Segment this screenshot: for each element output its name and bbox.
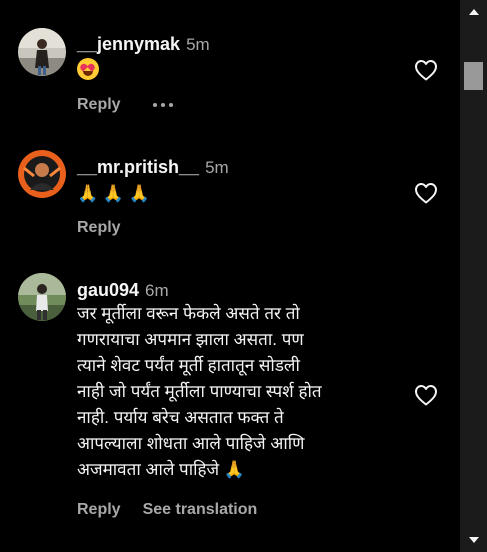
avatar[interactable] [18,150,66,198]
comment-username[interactable]: __mr.pritish__ 5m [77,157,229,178]
comment-actions: Reply [77,219,143,237]
avatar[interactable] [18,28,66,76]
comments-list: __jennymak5m Reply __mr.pritish__5m 🙏 [0,0,460,552]
scrollbar-thumb[interactable] [464,62,483,90]
heart-outline-icon[interactable] [414,384,438,406]
heart-outline-icon[interactable] [414,59,438,81]
comment-username[interactable]: __jennymak 5m [77,34,210,55]
comment-line: गणरायाचा अपमान झाला असता. पण [77,330,304,349]
comment-line: अजमावता आले पाहिजे 🙏 [77,460,246,479]
avatar[interactable] [18,273,66,321]
comment-actions: Reply See translation [77,501,279,519]
reply-button[interactable]: Reply [77,501,121,519]
scroll-down-arrow-icon[interactable] [460,528,487,552]
comment-actions: Reply [77,96,173,114]
comment-line: जर मूर्तीला वरून फेकले असते तर तो [77,304,300,323]
heart-eyes-emoji-icon [77,58,99,80]
heart-outline-icon[interactable] [414,182,438,204]
reply-button[interactable]: Reply [77,219,121,237]
scrollbar[interactable] [460,0,487,552]
comment-time: 5m [186,35,210,54]
comment-username[interactable]: gau094 6m [77,280,169,301]
comment-body [77,58,417,88]
comment-line: नाही. पर्याय बरेच असतात फक्त ते [77,408,284,427]
comment-time: 5m [205,158,229,177]
comment-body: 🙏 🙏 🙏 [77,184,150,203]
comment-time: 6m [145,281,169,300]
comment-body: जर मूर्तीला वरून फेकले असते तर तो गणराया… [77,301,417,483]
comment-line: नाही जो पर्यंत मूर्तीला पाण्याचा स्पर्श … [77,382,322,401]
more-dots-icon[interactable] [152,103,173,107]
see-translation-button[interactable]: See translation [143,501,258,519]
reply-button[interactable]: Reply [77,96,121,114]
comment-line: त्याने शेवट पर्यंत मूर्ती हातातून सोडली [77,356,300,375]
scroll-up-arrow-icon[interactable] [460,0,487,24]
comment-line: आपल्याला शोधता आले पाहिजे आणि [77,434,305,453]
